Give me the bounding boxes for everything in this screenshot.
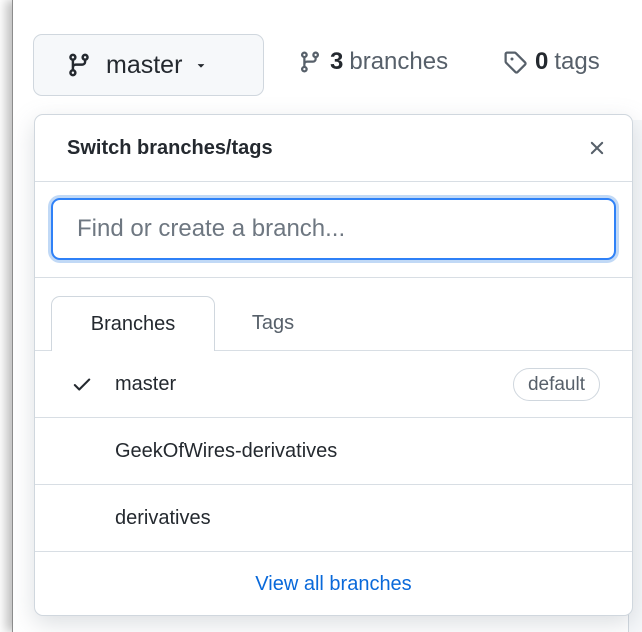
branches-label: branches bbox=[349, 48, 449, 75]
tags-label: tags bbox=[554, 48, 600, 75]
tags-count: 0 bbox=[535, 48, 549, 75]
default-badge: default bbox=[512, 367, 600, 401]
dropdown-header: Switch branches/tags bbox=[35, 115, 632, 182]
branch-name: GeekOfWires-derivatives bbox=[115, 439, 338, 462]
tag-icon bbox=[504, 51, 527, 74]
tab-tags[interactable]: Tags bbox=[215, 296, 331, 350]
view-all-branches-link[interactable]: View all branches bbox=[255, 573, 411, 596]
branch-item-master[interactable]: master default bbox=[35, 351, 632, 418]
tab-branches[interactable]: Branches bbox=[51, 296, 215, 351]
branches-count: 3 bbox=[330, 48, 344, 75]
branch-item-derivatives[interactable]: derivatives bbox=[35, 485, 632, 552]
git-branch-icon bbox=[300, 51, 319, 73]
branch-select-label: master bbox=[106, 50, 183, 79]
branch-filter-input[interactable] bbox=[51, 198, 616, 260]
dropdown-footer: View all branches bbox=[35, 552, 632, 615]
git-branch-icon bbox=[69, 53, 89, 77]
check-icon bbox=[73, 378, 91, 391]
tab-tags-label: Tags bbox=[251, 311, 295, 334]
branch-name: master bbox=[115, 372, 177, 395]
caret-down-icon bbox=[198, 64, 205, 68]
close-icon bbox=[590, 141, 604, 155]
dropdown-title: Switch branches/tags bbox=[67, 136, 273, 159]
branch-list: master default GeekOfWires-derivatives d… bbox=[35, 351, 632, 552]
filter-section bbox=[35, 182, 632, 278]
close-button[interactable] bbox=[582, 133, 612, 163]
tab-branches-label: Branches bbox=[90, 312, 176, 335]
tags-count-link[interactable]: 0 tags bbox=[503, 48, 600, 76]
branches-count-link[interactable]: 3 branches bbox=[298, 48, 448, 76]
branch-switch-dropdown: Switch branches/tags Branches Tags maste… bbox=[34, 114, 633, 616]
branch-select-button[interactable]: master bbox=[33, 34, 264, 96]
branch-name: derivatives bbox=[115, 506, 211, 529]
dropdown-tabs: Branches Tags bbox=[35, 278, 632, 351]
branch-item-geekofwires-derivatives[interactable]: GeekOfWires-derivatives bbox=[35, 418, 632, 485]
